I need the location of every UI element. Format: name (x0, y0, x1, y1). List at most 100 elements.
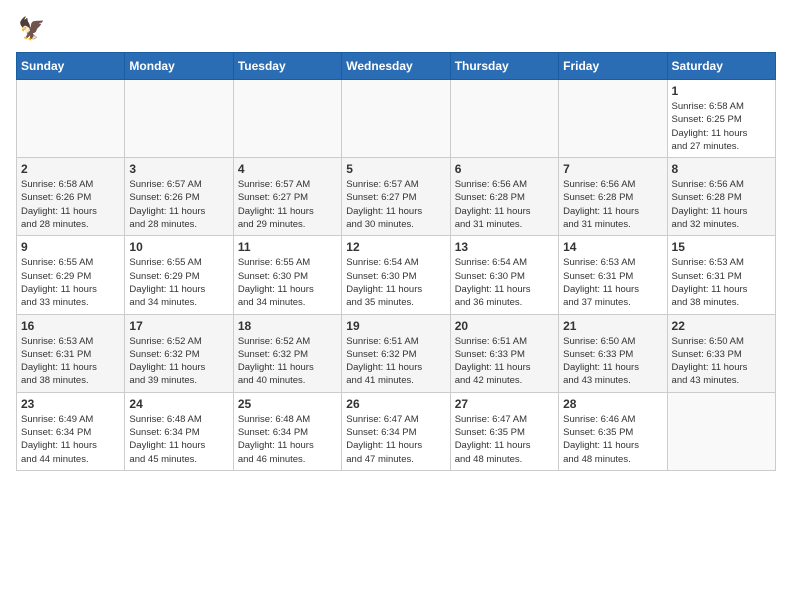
day-info: Sunrise: 6:57 AM Sunset: 6:27 PM Dayligh… (238, 178, 337, 231)
calendar-cell (17, 80, 125, 158)
calendar-table: SundayMondayTuesdayWednesdayThursdayFrid… (16, 52, 776, 471)
day-info: Sunrise: 6:52 AM Sunset: 6:32 PM Dayligh… (238, 335, 337, 388)
calendar-cell (667, 392, 775, 470)
day-info: Sunrise: 6:50 AM Sunset: 6:33 PM Dayligh… (672, 335, 771, 388)
calendar-cell: 5 Sunrise: 6:57 AM Sunset: 6:27 PM Daylig… (342, 158, 450, 236)
day-info: Sunrise: 6:53 AM Sunset: 6:31 PM Dayligh… (672, 256, 771, 309)
calendar-cell (559, 80, 667, 158)
day-info: Sunrise: 6:55 AM Sunset: 6:29 PM Dayligh… (21, 256, 120, 309)
calendar-cell (125, 80, 233, 158)
day-number: 5 (346, 162, 445, 176)
day-number: 13 (455, 240, 554, 254)
day-info: Sunrise: 6:57 AM Sunset: 6:27 PM Dayligh… (346, 178, 445, 231)
day-number: 17 (129, 319, 228, 333)
day-info: Sunrise: 6:56 AM Sunset: 6:28 PM Dayligh… (455, 178, 554, 231)
calendar-week-row: 16Sunrise: 6:53 AM Sunset: 6:31 PM Dayli… (17, 314, 776, 392)
calendar-cell: 28 Sunrise: 6:46 AM Sunset: 6:35 PM Dayli… (559, 392, 667, 470)
calendar-cell: 8 Sunrise: 6:56 AM Sunset: 6:28 PM Daylig… (667, 158, 775, 236)
calendar-cell: 3 Sunrise: 6:57 AM Sunset: 6:26 PM Daylig… (125, 158, 233, 236)
day-info: Sunrise: 6:58 AM Sunset: 6:26 PM Dayligh… (21, 178, 120, 231)
day-info: Sunrise: 6:50 AM Sunset: 6:33 PM Dayligh… (563, 335, 662, 388)
day-number: 12 (346, 240, 445, 254)
page-header: 🦅 (16, 16, 776, 42)
day-info: Sunrise: 6:53 AM Sunset: 6:31 PM Dayligh… (563, 256, 662, 309)
calendar-cell: 17 Sunrise: 6:52 AM Sunset: 6:32 PM Dayli… (125, 314, 233, 392)
day-info: Sunrise: 6:52 AM Sunset: 6:32 PM Dayligh… (129, 335, 228, 388)
calendar-week-row: 23 Sunrise: 6:49 AM Sunset: 6:34 PM Dayli… (17, 392, 776, 470)
calendar-cell (342, 80, 450, 158)
day-number: 28 (563, 397, 662, 411)
day-number: 10 (129, 240, 228, 254)
calendar-header-row: SundayMondayTuesdayWednesdayThursdayFrid… (17, 53, 776, 80)
day-number: 9 (21, 240, 120, 254)
calendar-week-row: 1 Sunrise: 6:58 AM Sunset: 6:25 PM Daylig… (17, 80, 776, 158)
calendar-header-saturday: Saturday (667, 53, 775, 80)
calendar-cell: 27 Sunrise: 6:47 AM Sunset: 6:35 PM Dayli… (450, 392, 558, 470)
calendar-cell: 1 Sunrise: 6:58 AM Sunset: 6:25 PM Daylig… (667, 80, 775, 158)
calendar-header-sunday: Sunday (17, 53, 125, 80)
calendar-cell: 23 Sunrise: 6:49 AM Sunset: 6:34 PM Dayli… (17, 392, 125, 470)
day-info: Sunrise: 6:47 AM Sunset: 6:35 PM Dayligh… (455, 413, 554, 466)
day-info: Sunrise: 6:57 AM Sunset: 6:26 PM Dayligh… (129, 178, 228, 231)
calendar-cell: 21Sunrise: 6:50 AM Sunset: 6:33 PM Dayli… (559, 314, 667, 392)
day-number: 3 (129, 162, 228, 176)
calendar-header-friday: Friday (559, 53, 667, 80)
day-info: Sunrise: 6:58 AM Sunset: 6:25 PM Dayligh… (672, 100, 771, 153)
day-info: Sunrise: 6:49 AM Sunset: 6:34 PM Dayligh… (21, 413, 120, 466)
calendar-cell: 25 Sunrise: 6:48 AM Sunset: 6:34 PM Dayli… (233, 392, 341, 470)
day-info: Sunrise: 6:56 AM Sunset: 6:28 PM Dayligh… (672, 178, 771, 231)
day-number: 11 (238, 240, 337, 254)
day-number: 2 (21, 162, 120, 176)
calendar-cell: 18 Sunrise: 6:52 AM Sunset: 6:32 PM Dayli… (233, 314, 341, 392)
calendar-week-row: 2 Sunrise: 6:58 AM Sunset: 6:26 PM Daylig… (17, 158, 776, 236)
day-info: Sunrise: 6:48 AM Sunset: 6:34 PM Dayligh… (238, 413, 337, 466)
day-info: Sunrise: 6:54 AM Sunset: 6:30 PM Dayligh… (346, 256, 445, 309)
day-number: 19 (346, 319, 445, 333)
calendar-cell: 6Sunrise: 6:56 AM Sunset: 6:28 PM Daylig… (450, 158, 558, 236)
calendar-cell (233, 80, 341, 158)
calendar-cell: 2 Sunrise: 6:58 AM Sunset: 6:26 PM Daylig… (17, 158, 125, 236)
day-info: Sunrise: 6:55 AM Sunset: 6:30 PM Dayligh… (238, 256, 337, 309)
day-info: Sunrise: 6:54 AM Sunset: 6:30 PM Dayligh… (455, 256, 554, 309)
calendar-header-monday: Monday (125, 53, 233, 80)
day-number: 7 (563, 162, 662, 176)
calendar-cell: 4 Sunrise: 6:57 AM Sunset: 6:27 PM Daylig… (233, 158, 341, 236)
logo-bird-icon: 🦅 (18, 16, 45, 42)
calendar-cell: 13 Sunrise: 6:54 AM Sunset: 6:30 PM Dayli… (450, 236, 558, 314)
calendar-cell: 9 Sunrise: 6:55 AM Sunset: 6:29 PM Daylig… (17, 236, 125, 314)
day-number: 15 (672, 240, 771, 254)
calendar-cell: 20 Sunrise: 6:51 AM Sunset: 6:33 PM Dayli… (450, 314, 558, 392)
day-info: Sunrise: 6:53 AM Sunset: 6:31 PM Dayligh… (21, 335, 120, 388)
day-info: Sunrise: 6:51 AM Sunset: 6:33 PM Dayligh… (455, 335, 554, 388)
day-info: Sunrise: 6:51 AM Sunset: 6:32 PM Dayligh… (346, 335, 445, 388)
calendar-cell: 15 Sunrise: 6:53 AM Sunset: 6:31 PM Dayli… (667, 236, 775, 314)
calendar-cell: 19 Sunrise: 6:51 AM Sunset: 6:32 PM Dayli… (342, 314, 450, 392)
calendar-week-row: 9 Sunrise: 6:55 AM Sunset: 6:29 PM Daylig… (17, 236, 776, 314)
day-number: 23 (21, 397, 120, 411)
day-number: 25 (238, 397, 337, 411)
calendar-cell: 24 Sunrise: 6:48 AM Sunset: 6:34 PM Dayli… (125, 392, 233, 470)
day-number: 27 (455, 397, 554, 411)
day-number: 20 (455, 319, 554, 333)
day-info: Sunrise: 6:56 AM Sunset: 6:28 PM Dayligh… (563, 178, 662, 231)
day-info: Sunrise: 6:55 AM Sunset: 6:29 PM Dayligh… (129, 256, 228, 309)
day-number: 24 (129, 397, 228, 411)
day-number: 1 (672, 84, 771, 98)
day-info: Sunrise: 6:48 AM Sunset: 6:34 PM Dayligh… (129, 413, 228, 466)
calendar-cell: 11 Sunrise: 6:55 AM Sunset: 6:30 PM Dayli… (233, 236, 341, 314)
calendar-cell: 14 Sunrise: 6:53 AM Sunset: 6:31 PM Dayli… (559, 236, 667, 314)
calendar-header-tuesday: Tuesday (233, 53, 341, 80)
day-number: 14 (563, 240, 662, 254)
calendar-cell: 26 Sunrise: 6:47 AM Sunset: 6:34 PM Dayli… (342, 392, 450, 470)
day-number: 4 (238, 162, 337, 176)
day-info: Sunrise: 6:47 AM Sunset: 6:34 PM Dayligh… (346, 413, 445, 466)
calendar-cell: 16Sunrise: 6:53 AM Sunset: 6:31 PM Dayli… (17, 314, 125, 392)
calendar-cell: 7 Sunrise: 6:56 AM Sunset: 6:28 PM Daylig… (559, 158, 667, 236)
calendar-cell (450, 80, 558, 158)
day-number: 8 (672, 162, 771, 176)
day-info: Sunrise: 6:46 AM Sunset: 6:35 PM Dayligh… (563, 413, 662, 466)
day-number: 18 (238, 319, 337, 333)
calendar-cell: 22Sunrise: 6:50 AM Sunset: 6:33 PM Dayli… (667, 314, 775, 392)
calendar-header-wednesday: Wednesday (342, 53, 450, 80)
day-number: 26 (346, 397, 445, 411)
